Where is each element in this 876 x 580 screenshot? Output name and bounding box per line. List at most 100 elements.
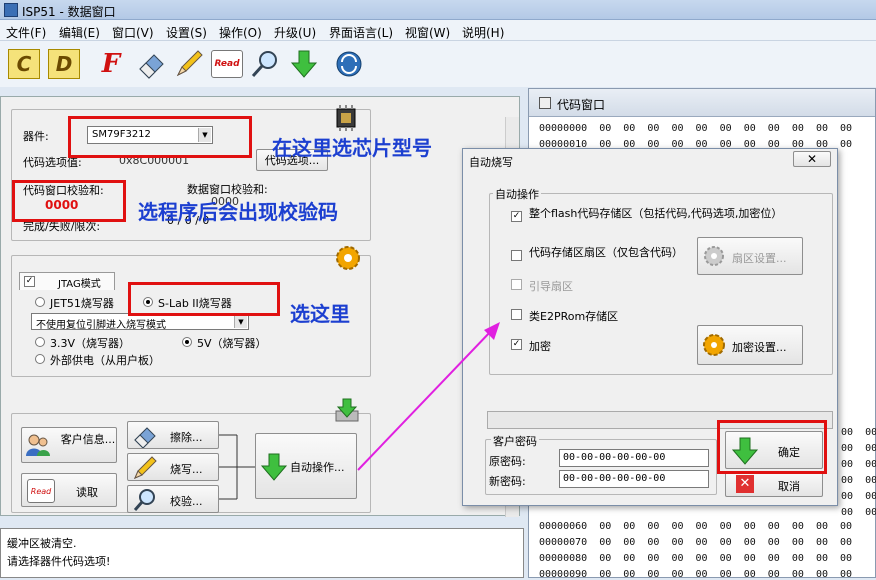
hex-row: 00 00 xyxy=(841,427,876,438)
down-arrow-icon xyxy=(290,50,318,78)
toolbar: C D F Read xyxy=(0,41,876,87)
gear-icon xyxy=(336,246,360,270)
customer-info-label: 客户信息... xyxy=(60,433,116,446)
f-icon: F xyxy=(101,49,121,79)
customer-info-button[interactable]: 客户信息... xyxy=(21,427,117,463)
checksum-highlight xyxy=(12,180,126,222)
ok-highlight xyxy=(717,420,827,474)
cancel-button[interactable]: ✕ 取消 xyxy=(725,471,823,497)
annotation-checksum: 选程序后会出现校验码 xyxy=(138,200,338,224)
program-toolbar-button[interactable] xyxy=(170,45,208,83)
gear-icon xyxy=(703,334,725,356)
boot-sector-checkbox[interactable] xyxy=(511,279,522,290)
e2prom-label: 类E2PRom存储区 xyxy=(529,310,619,323)
annotation-select-chip: 在这里选芯片型号 xyxy=(272,136,432,160)
v33-label: 3.3V（烧写器） xyxy=(50,337,131,350)
verify-button[interactable]: 校验... xyxy=(127,485,219,513)
reset-mode-value: 不使用复位引脚进入烧写模式 xyxy=(36,320,166,331)
auto-operation-group-label: 自动操作 xyxy=(493,186,541,202)
v33-radio[interactable] xyxy=(35,337,45,347)
menu-operation[interactable]: 操作(O) xyxy=(219,24,262,41)
old-password-input[interactable]: 00-00-00-00-00-00 xyxy=(559,449,709,467)
cancel-label: 取消 xyxy=(778,480,800,493)
window-icon xyxy=(539,97,551,109)
encrypt-checkbox[interactable]: ✓ xyxy=(511,339,522,350)
code-sector-checkbox[interactable] xyxy=(511,250,522,261)
f-button[interactable]: F xyxy=(92,45,130,83)
menu-settings[interactable]: 设置(S) xyxy=(166,24,207,41)
tab-jtag[interactable]: ✓ JTAG模式 xyxy=(19,272,115,290)
window-title: ISP51 - 数据窗口 xyxy=(22,5,116,19)
jet51-radio[interactable] xyxy=(35,297,45,307)
connector-lines xyxy=(219,434,255,500)
pencil-icon xyxy=(176,50,203,77)
erase-toolbar-button[interactable] xyxy=(132,45,170,83)
c-file-button[interactable]: C xyxy=(8,49,40,79)
menu-view[interactable]: 视窗(W) xyxy=(405,24,450,41)
erase-button[interactable]: 擦除... xyxy=(127,421,219,449)
chevron-down-icon: ▼ xyxy=(234,315,247,328)
log-line: 缓冲区被清空. xyxy=(7,537,77,550)
app-icon xyxy=(4,3,18,17)
hex-row: 00 00 xyxy=(841,507,876,518)
password-group-label: 客户密码 xyxy=(491,433,539,449)
e2prom-checkbox[interactable] xyxy=(511,309,522,320)
users-icon xyxy=(26,434,50,456)
d-icon: D xyxy=(55,52,73,76)
hex-row: 00 00 xyxy=(841,443,876,454)
down-arrow-icon xyxy=(260,453,288,481)
menu-help[interactable]: 说明(H) xyxy=(462,24,504,41)
hex-row: 00000000 00 00 00 00 00 00 00 00 00 00 0… xyxy=(539,123,853,134)
external-power-radio[interactable] xyxy=(35,354,45,364)
download-icon xyxy=(335,398,359,422)
hex-row: 00000080 00 00 00 00 00 00 00 00 00 00 0… xyxy=(539,553,853,564)
new-password-input[interactable]: 00-00-00-00-00-00 xyxy=(559,470,709,488)
pencil-icon xyxy=(134,456,157,479)
hex-row: 00 00 xyxy=(841,491,876,502)
refresh-icon xyxy=(336,51,362,77)
menu-file[interactable]: 文件(F) xyxy=(6,24,46,41)
log-panel: 缓冲区被清空. 请选择器件代码选项! xyxy=(0,528,524,578)
auto-toolbar-button[interactable] xyxy=(285,45,323,83)
dialog-title: 自动烧写 xyxy=(469,156,513,169)
cancel-icon: ✕ xyxy=(736,475,754,493)
update-toolbar-button[interactable] xyxy=(330,45,368,83)
menu-upgrade[interactable]: 升级(U) xyxy=(274,24,316,41)
program-label: 烧写... xyxy=(170,463,203,476)
new-password-label: 新密码: xyxy=(489,475,526,488)
read-icon: Read xyxy=(27,479,55,503)
auto-operation-button[interactable]: 自动操作... xyxy=(255,433,357,499)
v5-radio[interactable] xyxy=(182,337,192,347)
hex-row: 00 00 xyxy=(841,475,876,486)
verify-toolbar-button[interactable] xyxy=(246,45,284,83)
program-button[interactable]: 烧写... xyxy=(127,453,219,481)
auto-operation-label: 自动操作... xyxy=(290,461,345,474)
encrypt-label: 加密 xyxy=(529,340,551,353)
magnifier-icon xyxy=(133,489,155,511)
read-icon: Read xyxy=(211,50,243,78)
menu-edit[interactable]: 编辑(E) xyxy=(59,24,100,41)
d-file-button[interactable]: D xyxy=(48,49,80,79)
verify-label: 校验... xyxy=(170,495,203,508)
full-flash-checkbox[interactable]: ✓ xyxy=(511,211,522,222)
boot-sector-label: 引导扇区 xyxy=(529,280,573,293)
encrypt-settings-button[interactable]: 加密设置... xyxy=(697,325,803,365)
read-button[interactable]: Read 读取 xyxy=(21,473,117,507)
c-icon: C xyxy=(16,52,32,76)
code-window-title: 代码窗口 xyxy=(557,98,606,112)
sector-settings-button[interactable]: 扇区设置... xyxy=(697,237,803,275)
hex-row: 00000070 00 00 00 00 00 00 00 00 00 00 0… xyxy=(539,537,853,548)
read-toolbar-button[interactable]: Read xyxy=(208,45,246,83)
close-icon: ✕ xyxy=(806,152,818,166)
tab-jtag-label: JTAG模式 xyxy=(58,279,101,290)
hex-row: 00000090 00 00 00 00 00 00 00 00 00 00 0… xyxy=(539,569,853,580)
jtag-checkbox[interactable]: ✓ xyxy=(24,276,35,287)
read-label: 读取 xyxy=(76,486,98,499)
gear-icon xyxy=(704,246,724,266)
v5-label: 5V（烧写器） xyxy=(197,337,267,350)
menu-window[interactable]: 窗口(V) xyxy=(112,24,154,41)
slab-highlight xyxy=(128,282,280,316)
hex-row: 00000060 00 00 00 00 00 00 00 00 00 00 0… xyxy=(539,521,853,532)
close-button[interactable]: ✕ xyxy=(793,151,831,167)
menu-language[interactable]: 界面语言(L) xyxy=(329,24,393,41)
